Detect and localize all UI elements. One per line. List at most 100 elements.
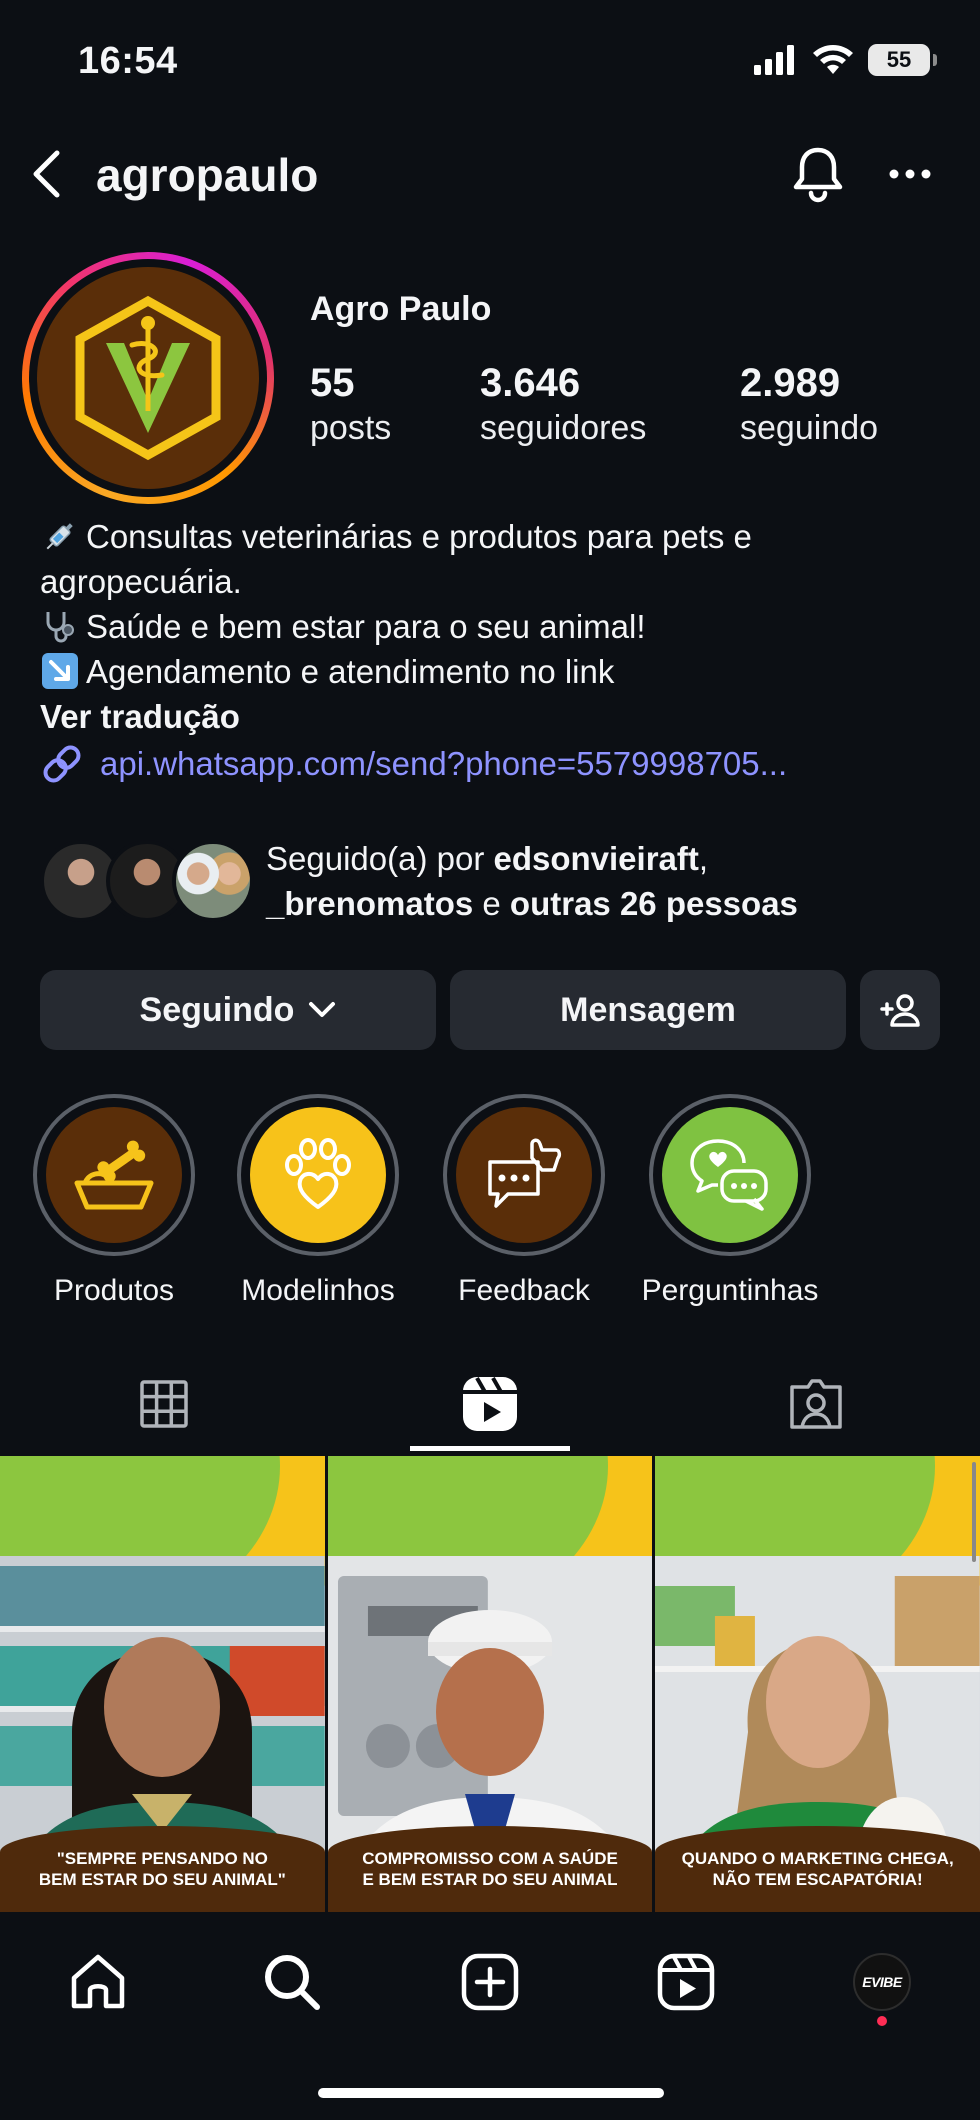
nav-profile[interactable]: EVIBE (842, 1942, 922, 2022)
followed-by-separator: , (698, 840, 709, 877)
story-highlights: Produtos Modelinhos Feedback Perguntinha… (0, 1094, 980, 1314)
highlight-produtos[interactable]: Produtos (24, 1094, 204, 1308)
highlight-cover (46, 1107, 182, 1243)
followed-by[interactable]: Seguido(a) por edsonvieiraft, _brenomato… (40, 836, 960, 926)
tagged-icon (790, 1379, 842, 1429)
chat-thumbs-up-icon (488, 1138, 562, 1208)
highlight-cover (662, 1107, 798, 1243)
reel-caption: QUANDO O MARKETING CHEGA, NÃO TEM ESCAPA… (655, 1826, 980, 1912)
add-user-icon (880, 994, 920, 1027)
home-indicator[interactable] (318, 2088, 664, 2098)
syringe-icon (46, 523, 73, 550)
header-username: agropaulo (96, 149, 319, 201)
home-icon (71, 1954, 125, 2009)
highlight-cover (250, 1107, 386, 1243)
highlight-label: Feedback (458, 1274, 590, 1307)
profile-avatar-story-ring[interactable] (22, 252, 274, 504)
bio-text: agropecuária. (40, 563, 242, 600)
nav-search[interactable] (252, 1942, 332, 2022)
bio-line: Consultas veterinárias e produtos para p… (40, 514, 950, 559)
stat-following-label: seguindo (740, 409, 879, 447)
reels-icon (657, 1953, 715, 2011)
profile-bio: Consultas veterinárias e produtos para p… (40, 514, 950, 739)
nav-reels[interactable] (646, 1942, 726, 2022)
battery-icon: 55 (868, 44, 937, 76)
reel-thumbnail[interactable]: QUANDO O MARKETING CHEGA, NÃO TEM ESCAPA… (655, 1456, 980, 1912)
profile-avatar-icon: EVIBE (853, 1953, 911, 2011)
stat-followers-label: seguidores (480, 409, 647, 447)
active-tab-indicator (410, 1446, 570, 1451)
stethoscope-icon (46, 612, 74, 643)
notification-dot (877, 2016, 887, 2026)
follower-avatar (172, 840, 254, 922)
highlight-label: Modelinhos (241, 1274, 395, 1307)
reel-caption: COMPROMISSO COM A SAÚDE E BEM ESTAR DO S… (327, 1826, 653, 1912)
bell-icon (793, 147, 843, 203)
reel-caption-text: "SEMPRE PENSANDO NO BEM ESTAR DO SEU ANI… (38, 1849, 286, 1889)
reel-caption-text: COMPROMISSO COM A SAÚDE E BEM ESTAR DO S… (362, 1849, 618, 1889)
followed-by-text: Seguido(a) por edsonvieiraft, _brenomato… (266, 836, 798, 926)
bio-line: Saúde e bem estar para o seu animal! (40, 604, 950, 649)
message-button[interactable]: Mensagem (450, 970, 846, 1050)
back-arrow-icon (33, 150, 60, 198)
highlight-label: Produtos (53, 1274, 175, 1307)
link-icon (43, 745, 81, 783)
bio-link-text: api.whatsapp.com/send?phone=5579998705..… (100, 745, 788, 782)
profile-actions: Seguindo Mensagem (40, 970, 940, 1052)
tab-grid[interactable] (84, 1356, 244, 1452)
back-button[interactable] (18, 146, 74, 202)
create-icon (461, 1953, 519, 2011)
signal-icon (754, 45, 794, 75)
highlight-label: Perguntinhas (641, 1274, 819, 1307)
bio-text: Saúde e bem estar para o seu animal! (86, 608, 646, 645)
nav-create[interactable] (450, 1942, 530, 2022)
stat-posts-label: posts (310, 409, 392, 447)
more-icon (889, 169, 931, 179)
display-name: Agro Paulo (310, 290, 492, 328)
stat-followers-value: 3.646 (480, 361, 581, 405)
following-label: Seguindo (139, 990, 295, 1029)
wifi-icon (813, 45, 853, 74)
status-bar: 16:54 55 (0, 0, 980, 120)
profile-header: agropaulo (0, 130, 980, 220)
bio-line: agropecuária. (40, 559, 950, 604)
stat-followers[interactable]: 3.646 seguidores (480, 360, 646, 450)
highlight-modelinhos[interactable]: Modelinhos (228, 1094, 408, 1308)
reel-thumbnail[interactable]: COMPROMISSO COM A SAÚDE E BEM ESTAR DO S… (327, 1456, 653, 1912)
chat-bubbles-icon (690, 1139, 768, 1211)
stat-posts[interactable]: 55 posts (310, 360, 391, 450)
status-icons: 55 (754, 44, 937, 76)
paw-heart-icon (285, 1138, 351, 1209)
reel-thumbnail[interactable]: "SEMPRE PENSANDO NO BEM ESTAR DO SEU ANI… (0, 1456, 325, 1912)
followed-by-prefix: Seguido(a) por (266, 840, 494, 877)
status-time: 16:54 (78, 40, 178, 82)
followed-by-others[interactable]: outras 26 pessoas (510, 885, 798, 922)
search-icon (265, 1955, 320, 2010)
notifications-button[interactable] (788, 144, 848, 204)
followed-by-user[interactable]: _brenomatos (266, 885, 473, 922)
highlight-feedback[interactable]: Feedback (434, 1094, 614, 1308)
pet-bowl-icon (74, 1140, 154, 1210)
arrow-down-right-icon (42, 653, 78, 689)
following-button[interactable]: Seguindo (40, 970, 436, 1050)
bio-link[interactable]: api.whatsapp.com/send?phone=5579998705..… (40, 742, 787, 786)
reels-grid: "SEMPRE PENSANDO NO BEM ESTAR DO SEU ANI… (0, 1456, 980, 1912)
followed-by-user[interactable]: edsonvieiraft (493, 840, 698, 877)
highlight-cover (456, 1107, 592, 1243)
reel-caption-text: QUANDO O MARKETING CHEGA, NÃO TEM ESCAPA… (681, 1849, 954, 1889)
stat-following[interactable]: 2.989 seguindo (740, 360, 878, 450)
nav-home[interactable] (58, 1942, 138, 2022)
bio-text: Consultas veterinárias e produtos para p… (86, 518, 752, 555)
highlight-perguntinhas[interactable]: Perguntinhas (640, 1094, 820, 1308)
tab-tagged[interactable] (736, 1356, 896, 1452)
grid-icon (140, 1380, 188, 1428)
see-translation-link[interactable]: Ver tradução (40, 694, 950, 739)
scrollbar[interactable] (972, 1462, 976, 1562)
stat-following-value: 2.989 (740, 361, 841, 405)
profile-avatar (37, 267, 259, 489)
more-options-button[interactable] (880, 144, 940, 204)
suggest-users-button[interactable] (860, 970, 940, 1050)
tab-reels[interactable] (410, 1356, 570, 1452)
vet-logo-icon (75, 295, 221, 461)
chevron-down-icon (309, 1002, 336, 1017)
